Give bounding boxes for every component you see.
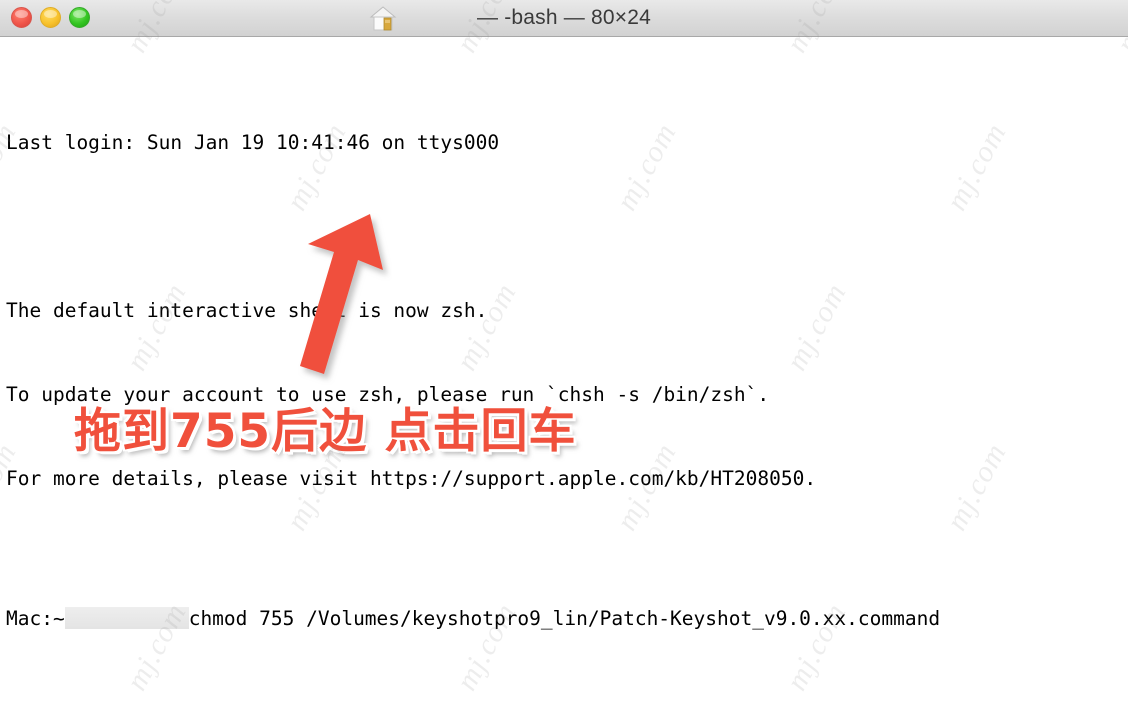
close-button[interactable] (11, 7, 32, 28)
terminal-line: For more details, please visit https://s… (6, 467, 817, 490)
minimize-button[interactable] (40, 7, 61, 28)
redacted-username-block (64, 607, 189, 629)
shell-command: chmod 755 /Volumes/keyshotpro9_lin/Patch… (188, 607, 941, 630)
terminal-line: Last login: Sun Jan 19 10:41:46 on ttys0… (6, 131, 500, 154)
terminal-window[interactable]: — -bash — 80×24 Last login: Sun Jan 19 1… (0, 0, 1128, 718)
window-controls[interactable] (11, 7, 90, 28)
window-title: — -bash — 80×24 (476, 6, 651, 29)
shell-prompt: Mac:~ (6, 607, 65, 630)
title-bar[interactable]: — -bash — 80×24 (0, 0, 1128, 37)
maximize-button[interactable] (69, 7, 90, 28)
terminal-line: The default interactive shell is now zsh… (6, 299, 488, 322)
home-folder-icon[interactable] (366, 3, 400, 34)
callout-text-annotation: 拖到755后边 点击回车 (74, 404, 577, 459)
terminal-output[interactable]: Last login: Sun Jan 19 10:41:46 on ttys0… (0, 37, 1128, 718)
terminal-prompt-line: Mac:~ chmod 755 /Volumes/keyshotpro9_lin/… (6, 605, 1128, 633)
